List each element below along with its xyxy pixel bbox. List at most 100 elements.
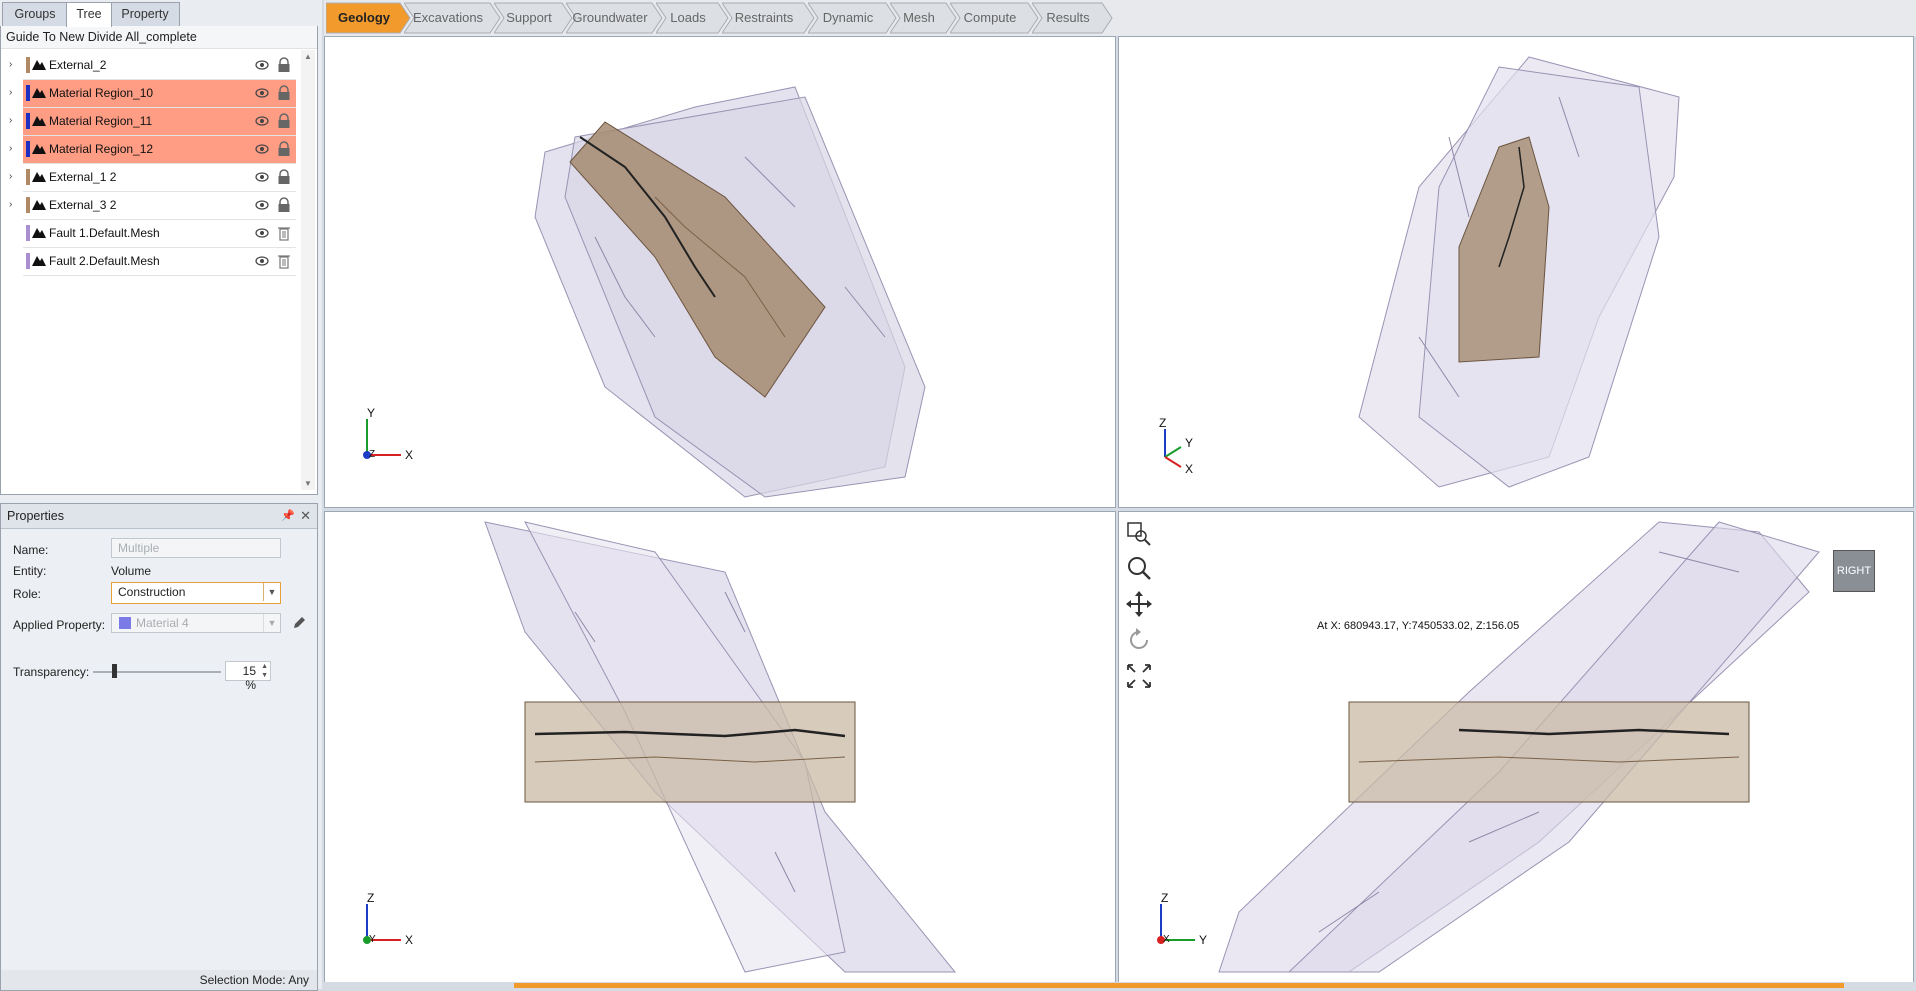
volume-icon bbox=[32, 228, 46, 238]
pan-icon[interactable] bbox=[1125, 590, 1153, 618]
axis-label: Y bbox=[367, 407, 375, 420]
viewport-bottom-right[interactable]: At X: 680943.17, Y:7450533.02, Z:156.05 … bbox=[1118, 511, 1914, 984]
viewport-top-left[interactable]: Y X Z bbox=[324, 36, 1116, 508]
tree-item-cell[interactable]: Fault 2.Default.Mesh bbox=[23, 248, 296, 276]
workflow-step-compute[interactable]: Compute bbox=[950, 2, 1039, 34]
tree-root-title: Guide To New Divide All_complete bbox=[1, 26, 317, 49]
tree-item[interactable]: › External_2 bbox=[1, 52, 299, 80]
tab-property[interactable]: Property bbox=[110, 2, 180, 26]
workflow-step-support[interactable]: Support bbox=[494, 2, 573, 34]
applied-property-value: Material 4 bbox=[136, 616, 189, 630]
lock-icon[interactable] bbox=[277, 197, 291, 213]
trash-icon[interactable] bbox=[277, 253, 291, 269]
workflow-step-groundwater[interactable]: Groundwater bbox=[566, 2, 663, 34]
eye-icon[interactable] bbox=[255, 227, 269, 239]
applied-property-select[interactable]: Material 4 ▼ bbox=[111, 613, 281, 633]
tree-item-cell[interactable]: Fault 1.Default.Mesh bbox=[23, 220, 296, 248]
tree-item[interactable]: Fault 1.Default.Mesh bbox=[1, 220, 299, 248]
chevron-right-icon[interactable]: › bbox=[9, 59, 12, 70]
color-swatch bbox=[26, 197, 30, 213]
workflow-step-label: Results bbox=[1046, 10, 1090, 25]
entity-label: Entity: bbox=[13, 564, 47, 578]
axis-label: Y bbox=[1185, 436, 1193, 450]
tree-item-cell[interactable]: External_1 2 bbox=[23, 164, 296, 192]
tree-item-cell[interactable]: External_2 bbox=[23, 52, 296, 80]
workflow-step-excavations[interactable]: Excavations bbox=[404, 2, 501, 34]
chevron-down-icon[interactable]: ▼ bbox=[263, 583, 280, 601]
viewport-top-right[interactable]: Z Y X bbox=[1118, 36, 1914, 508]
stepper-arrows-icon[interactable]: ▲ ▼ bbox=[261, 662, 268, 680]
tree-scrollbar[interactable]: ▲ ▼ bbox=[301, 50, 315, 490]
eye-icon[interactable] bbox=[255, 171, 269, 183]
eye-icon[interactable] bbox=[255, 199, 269, 211]
tree-item-cell[interactable]: External_3 2 bbox=[23, 192, 296, 220]
tree-item[interactable]: › Material Region_10 bbox=[1, 80, 299, 108]
tab-tree[interactable]: Tree bbox=[66, 2, 112, 27]
workflow-bar: Geology Excavations Support Groundwater Load… bbox=[324, 0, 1916, 36]
lock-icon[interactable] bbox=[277, 85, 291, 101]
properties-title: Properties bbox=[7, 509, 64, 523]
axis-label: Z bbox=[1161, 892, 1168, 905]
eye-icon[interactable] bbox=[255, 143, 269, 155]
viewport-bottom-left[interactable]: Z X Y bbox=[324, 511, 1116, 984]
name-field[interactable]: Multiple bbox=[111, 538, 281, 558]
axis-label: X bbox=[1185, 462, 1193, 476]
tree-item-cell[interactable]: Material Region_12 bbox=[23, 136, 296, 164]
lock-icon[interactable] bbox=[277, 169, 291, 185]
chevron-right-icon[interactable]: › bbox=[9, 87, 12, 98]
role-select[interactable]: Construction ▼ bbox=[111, 582, 281, 604]
progress-fill bbox=[514, 983, 1844, 988]
chevron-right-icon[interactable]: › bbox=[9, 171, 12, 182]
transparency-slider-thumb[interactable] bbox=[112, 664, 118, 678]
tree-item[interactable]: › Material Region_11 bbox=[1, 108, 299, 136]
properties-panel: Properties 📌 ✕ Name: Multiple Entity: Vo… bbox=[0, 503, 318, 991]
scroll-up-icon[interactable]: ▲ bbox=[304, 52, 312, 61]
eye-icon[interactable] bbox=[255, 59, 269, 71]
workflow-step-results[interactable]: Results bbox=[1032, 2, 1113, 34]
chevron-right-icon[interactable]: › bbox=[9, 143, 12, 154]
volume-icon bbox=[32, 144, 46, 154]
tab-groups[interactable]: Groups bbox=[2, 2, 68, 26]
tree-item-cell[interactable]: Material Region_10 bbox=[23, 80, 296, 108]
rotate-icon[interactable] bbox=[1125, 626, 1153, 654]
volume-icon bbox=[32, 60, 46, 70]
workflow-step-geology[interactable]: Geology bbox=[326, 2, 411, 34]
status-bar: Selection Mode: Any bbox=[1, 970, 317, 990]
transparency-stepper[interactable]: 15 % ▲ ▼ bbox=[225, 661, 271, 692]
zoom-icon[interactable] bbox=[1125, 554, 1153, 582]
workflow-step-loads[interactable]: Loads bbox=[656, 2, 729, 34]
tree-item[interactable]: › External_1 2 bbox=[1, 164, 299, 192]
workflow-step-label: Dynamic bbox=[822, 10, 874, 25]
tree-item[interactable]: › Material Region_12 bbox=[1, 136, 299, 164]
fit-extents-icon[interactable] bbox=[1125, 662, 1153, 690]
workflow-step-restraints[interactable]: Restraints bbox=[722, 2, 815, 34]
tree-item-label: External_1 2 bbox=[49, 170, 117, 184]
eye-icon[interactable] bbox=[255, 255, 269, 267]
selection-mode-text: Selection Mode: Any bbox=[199, 973, 309, 987]
close-icon[interactable]: ✕ bbox=[300, 504, 311, 528]
zoom-window-icon[interactable] bbox=[1125, 520, 1153, 548]
lock-icon[interactable] bbox=[277, 57, 291, 73]
workflow-step-dynamic[interactable]: Dynamic bbox=[808, 2, 897, 34]
workflow-step-mesh[interactable]: Mesh bbox=[890, 2, 957, 34]
scroll-down-icon[interactable]: ▼ bbox=[304, 479, 312, 488]
coordinate-readout: At X: 680943.17, Y:7450533.02, Z:156.05 bbox=[1317, 620, 1520, 632]
trash-icon[interactable] bbox=[277, 225, 291, 241]
tree-item-label: Material Region_11 bbox=[49, 114, 153, 128]
chevron-right-icon[interactable]: › bbox=[9, 115, 12, 126]
lock-icon[interactable] bbox=[277, 141, 291, 157]
axis-triad-icon: Z Y X bbox=[1159, 417, 1193, 476]
pin-icon[interactable]: 📌 bbox=[281, 504, 295, 528]
material-swatch bbox=[119, 617, 131, 629]
chevron-right-icon[interactable]: › bbox=[9, 199, 12, 210]
eye-icon[interactable] bbox=[255, 87, 269, 99]
view-cube[interactable]: RIGHT bbox=[1833, 550, 1875, 592]
volume-icon bbox=[32, 88, 46, 98]
tree-item-cell[interactable]: Material Region_11 bbox=[23, 108, 296, 136]
lock-icon[interactable] bbox=[277, 113, 291, 129]
eye-icon[interactable] bbox=[255, 115, 269, 127]
tree-item[interactable]: › External_3 2 bbox=[1, 192, 299, 220]
edit-pencil-icon[interactable] bbox=[291, 615, 307, 631]
model-view-isometric bbox=[1358, 56, 1680, 488]
tree-item[interactable]: Fault 2.Default.Mesh bbox=[1, 248, 299, 276]
